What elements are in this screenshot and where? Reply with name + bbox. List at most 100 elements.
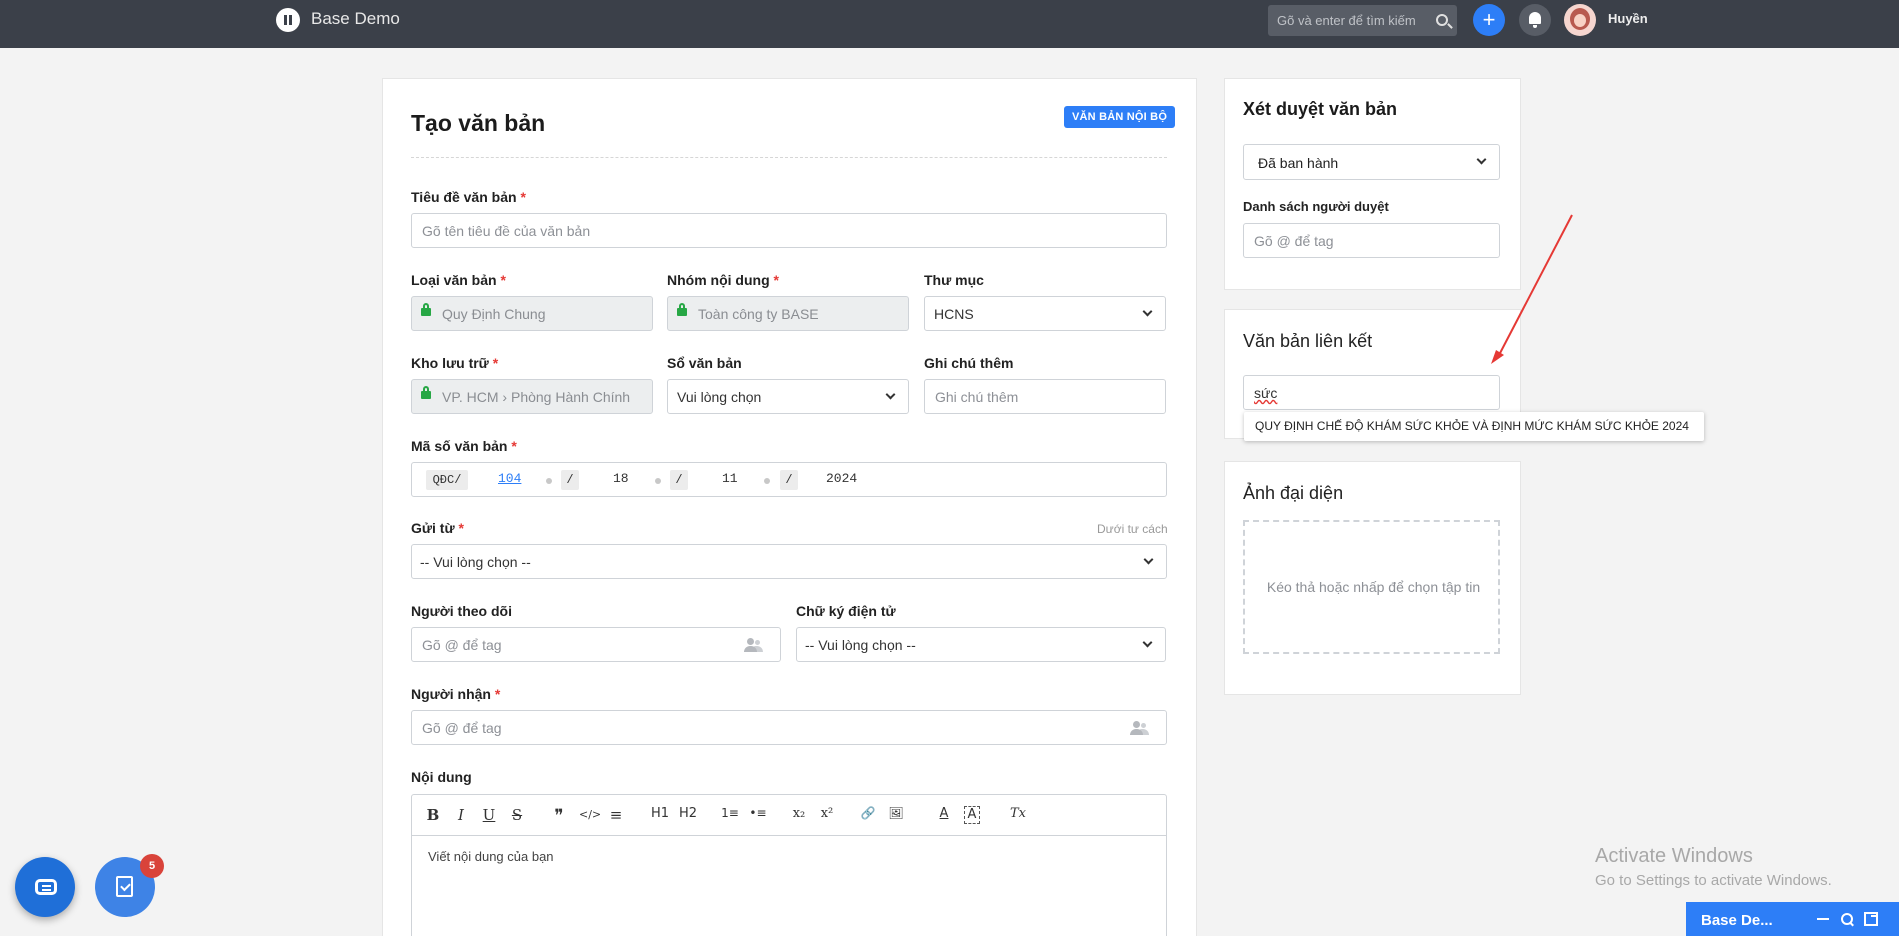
- doc-number-day[interactable]: 18: [613, 471, 629, 486]
- app-title[interactable]: Base Demo: [311, 9, 400, 29]
- content-group-field: Toàn công ty BASE: [667, 296, 909, 331]
- lock-icon: [677, 303, 687, 316]
- chevron-down-icon: [1142, 306, 1153, 317]
- followers-label: Người theo dõi: [411, 603, 512, 619]
- note-input[interactable]: [925, 380, 1165, 413]
- doc-number-slash: /: [670, 470, 688, 490]
- content-label: Nội dung: [411, 769, 472, 785]
- bold-icon[interactable]: B: [426, 806, 440, 824]
- content-editor[interactable]: B I U S ❞ </> ≡ H1 H2 1≡ •≡ x₂ x² 🔗 🖼 A …: [411, 794, 1167, 936]
- page-title: Tạo văn bản: [411, 110, 546, 136]
- doc-book-select[interactable]: Vui lòng chọn: [667, 379, 909, 414]
- lock-icon: [421, 386, 431, 399]
- send-from-select[interactable]: -- Vui lòng chọn --: [411, 544, 1167, 579]
- linked-search-field[interactable]: sức: [1243, 375, 1500, 410]
- editor-placeholder[interactable]: Viết nội dung của bạn: [428, 849, 554, 864]
- e-signature-value: -- Vui lòng chọn --: [805, 637, 916, 653]
- people-icon[interactable]: [1130, 721, 1148, 735]
- user-name[interactable]: Huyền: [1608, 11, 1648, 26]
- arrow-head: [1491, 350, 1504, 364]
- subscript-icon[interactable]: x₂: [789, 806, 809, 824]
- bell-icon: [1529, 12, 1541, 28]
- annotation-arrow: [1491, 214, 1573, 364]
- dropzone-text: Kéo thả hoặc nhấp để chọn tập tin: [1266, 579, 1481, 595]
- doc-title-field[interactable]: [411, 213, 1167, 248]
- minibar-title[interactable]: Base De...: [1701, 912, 1773, 929]
- note-field[interactable]: [924, 379, 1166, 414]
- internal-document-badge[interactable]: VĂN BẢN NỘI BỘ: [1064, 106, 1176, 128]
- doc-number-label: Mã số văn bản *: [411, 438, 517, 454]
- italic-icon[interactable]: I: [454, 806, 468, 824]
- heading1-icon[interactable]: H1: [650, 806, 670, 824]
- notifications-button[interactable]: [1519, 4, 1551, 36]
- separator-dot: [764, 478, 770, 484]
- recipients-field[interactable]: [411, 710, 1167, 745]
- image-icon[interactable]: 🖼: [886, 806, 906, 824]
- folder-select[interactable]: HCNS: [924, 296, 1166, 331]
- separator-dot: [546, 478, 552, 484]
- e-signature-label: Chữ ký điện tử: [796, 603, 896, 619]
- doc-type-label: Loại văn bản *: [411, 272, 506, 288]
- underline-icon[interactable]: U: [482, 806, 496, 824]
- doc-number-value[interactable]: 104: [498, 471, 521, 486]
- cover-image-title: Ảnh đại diện: [1243, 483, 1344, 503]
- review-status-value: Đã ban hành: [1258, 155, 1339, 171]
- base-logo-icon[interactable]: [276, 8, 300, 32]
- top-navbar: Base Demo + Huyền: [0, 0, 1899, 48]
- tasks-count-badge: 5: [140, 854, 164, 878]
- image-dropzone[interactable]: Kéo thả hoặc nhấp để chọn tập tin: [1243, 520, 1500, 654]
- quote-icon[interactable]: ❞: [551, 806, 567, 826]
- doc-number-year[interactable]: 2024: [826, 471, 857, 486]
- windows-activation-watermark: Activate Windows Go to Settings to activ…: [1595, 845, 1832, 889]
- create-button[interactable]: +: [1473, 4, 1505, 36]
- minimized-window-bar[interactable]: Base De...: [1686, 902, 1899, 936]
- align-icon[interactable]: ≡: [608, 806, 624, 824]
- doc-title-input[interactable]: [412, 214, 1166, 247]
- reviewers-field[interactable]: [1243, 223, 1500, 258]
- recipients-label: Người nhận *: [411, 686, 501, 702]
- chevron-down-icon: [1143, 554, 1154, 565]
- e-signature-select[interactable]: -- Vui lòng chọn --: [796, 627, 1166, 662]
- linked-search-value[interactable]: sức: [1254, 385, 1277, 401]
- open-external-icon[interactable]: [1864, 912, 1878, 926]
- ordered-list-icon[interactable]: 1≡: [720, 806, 740, 824]
- folder-label: Thư mục: [924, 272, 984, 288]
- chevron-down-icon: [1142, 637, 1153, 648]
- global-search[interactable]: [1268, 5, 1457, 36]
- link-icon[interactable]: 🔗: [858, 806, 878, 824]
- user-avatar[interactable]: [1564, 4, 1596, 36]
- review-title: Xét duyệt văn bản: [1243, 99, 1398, 119]
- chevron-down-icon: [1476, 154, 1487, 165]
- minimize-icon[interactable]: [1816, 912, 1830, 926]
- lock-icon: [421, 303, 431, 316]
- doc-type-field: Quy Định Chung: [411, 296, 653, 331]
- storage-value: VP. HCM › Phòng Hành Chính: [442, 389, 631, 405]
- code-icon[interactable]: </>: [579, 808, 601, 826]
- text-color-icon[interactable]: A: [936, 806, 952, 824]
- doc-number-month[interactable]: 11: [722, 471, 738, 486]
- linked-suggestion-item[interactable]: QUY ĐỊNH CHẾ ĐỘ KHÁM SỨC KHỎE VÀ ĐỊNH MỨ…: [1244, 412, 1704, 441]
- note-label: Ghi chú thêm: [924, 355, 1014, 371]
- search-input[interactable]: [1268, 5, 1428, 36]
- content-group-label: Nhóm nội dung *: [667, 272, 779, 288]
- doc-number-field[interactable]: QĐC/ 104 / 18 / 11 / 2024: [411, 462, 1167, 497]
- zoom-icon[interactable]: [1840, 912, 1854, 926]
- clipboard-check-icon: [116, 876, 133, 897]
- storage-field: VP. HCM › Phòng Hành Chính: [411, 379, 653, 414]
- heading2-icon[interactable]: H2: [678, 806, 698, 824]
- folder-value: HCNS: [934, 306, 974, 322]
- strikethrough-icon[interactable]: S: [510, 806, 524, 824]
- followers-input[interactable]: [412, 628, 780, 661]
- recipients-input[interactable]: [412, 711, 1166, 744]
- review-status-select[interactable]: Đã ban hành: [1243, 144, 1500, 180]
- bullet-list-icon[interactable]: •≡: [748, 806, 768, 824]
- chat-button[interactable]: [15, 857, 75, 917]
- reviewers-input[interactable]: [1244, 224, 1499, 257]
- background-color-icon[interactable]: A: [964, 806, 980, 824]
- followers-field[interactable]: [411, 627, 781, 662]
- people-icon[interactable]: [744, 638, 762, 652]
- search-icon[interactable]: [1436, 14, 1448, 26]
- superscript-icon[interactable]: x²: [817, 806, 837, 824]
- send-from-hint: Dưới tư cách: [1097, 522, 1168, 536]
- clear-format-icon[interactable]: Tx: [1008, 806, 1028, 824]
